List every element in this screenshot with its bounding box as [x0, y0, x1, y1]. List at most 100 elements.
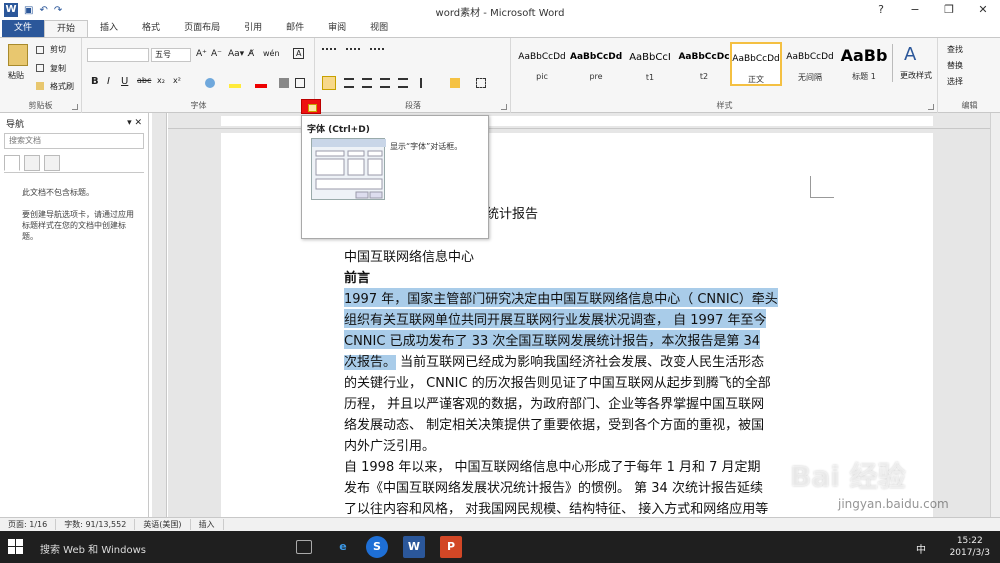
doc-line-4[interactable]: 次报告。 当前互联网已经成为影响我国经济社会发展、改变人民生活形态	[344, 351, 764, 370]
horizontal-ruler[interactable]	[168, 113, 990, 129]
superscript-button[interactable]: x²	[173, 76, 181, 85]
clear-format-button[interactable]: A̸	[248, 49, 254, 59]
numbering-icon[interactable]	[346, 48, 360, 58]
change-styles-icon[interactable]: A	[904, 44, 916, 65]
word-taskbar-icon[interactable]: W	[403, 536, 425, 558]
minimize-button[interactable]: −	[898, 0, 932, 20]
doc-line-selected-3[interactable]: CNNIC 已成功发布了 33 次全国互联网发展统计报告，本次报告是第 34	[344, 330, 761, 349]
doc-selected-end[interactable]: 次报告。	[344, 355, 397, 370]
ime-indicator[interactable]: 中	[916, 545, 930, 556]
task-view-icon[interactable]	[296, 540, 312, 554]
redo-icon[interactable]: ↷	[54, 5, 62, 16]
strikethrough-button[interactable]: abc	[137, 76, 151, 85]
style-t1[interactable]: AaBbCcI t1	[624, 42, 676, 86]
windows-start-icon[interactable]	[8, 539, 24, 555]
styles-dialog-launcher[interactable]	[928, 104, 934, 110]
highlight-color-icon[interactable]	[229, 84, 241, 88]
tab-review[interactable]: 审阅	[316, 20, 358, 37]
underline-button[interactable]: U	[121, 76, 128, 87]
doc-line-10[interactable]: 发布《中国互联网络发展状况统计报告》的惯例。 第 34 次统计报告延续	[344, 477, 763, 496]
nav-tab-headings[interactable]	[4, 155, 20, 171]
format-painter-icon[interactable]	[36, 82, 44, 90]
justify-icon[interactable]	[380, 78, 390, 88]
doc-line-5[interactable]: 的关键行业， CNNIC 的历次报告则见证了中国互联网从起步到腾飞的全部	[344, 372, 771, 391]
paragraph-dialog-launcher[interactable]	[501, 104, 507, 110]
edge-icon[interactable]: e	[332, 536, 354, 558]
clipboard-dialog-launcher[interactable]	[72, 104, 78, 110]
replace-button[interactable]: 替换	[947, 60, 963, 71]
tab-home[interactable]: 开始	[44, 20, 89, 37]
font-size-combo[interactable]: 五号	[151, 48, 191, 62]
tab-insert[interactable]: 插入	[88, 20, 130, 37]
nav-tab-pages[interactable]	[24, 155, 40, 171]
styles-scroll[interactable]	[892, 44, 898, 82]
doc-line-org[interactable]: 中国互联网络信息中心	[344, 246, 474, 265]
tab-mailings[interactable]: 邮件	[274, 20, 316, 37]
doc-line-9[interactable]: 自 1998 年以来， 中国互联网络信息中心形成了于每年 1 月和 7 月定期	[344, 456, 761, 475]
style-t2[interactable]: AaBbCcDc t2	[678, 42, 730, 86]
style-heading-1[interactable]: AaBb 标题 1	[838, 42, 890, 86]
style-normal[interactable]: AaBbCcDd 正文	[730, 42, 782, 86]
subscript-button[interactable]: x₂	[157, 76, 165, 85]
text-effects-icon[interactable]	[205, 78, 215, 88]
tab-references[interactable]: 引用	[232, 20, 274, 37]
grow-font-button[interactable]: A⁺	[196, 49, 207, 59]
align-right-icon[interactable]	[362, 78, 372, 88]
language[interactable]: 英语(美国)	[135, 519, 191, 530]
tab-page-layout[interactable]: 页面布局	[172, 20, 232, 37]
save-icon[interactable]: ▣	[24, 5, 33, 16]
doc-line-8[interactable]: 内外广泛引用。	[344, 435, 435, 454]
doc-unselected-text[interactable]: 当前互联网已经成为影响我国经济社会发展、改变人民生活形态	[400, 355, 764, 370]
doc-line-7[interactable]: 络发展动态、 制定相关决策提供了重要依据，受到各个方面的重视，被国	[344, 414, 764, 433]
powerpoint-taskbar-icon[interactable]: P	[440, 536, 462, 558]
line-spacing-icon[interactable]	[420, 78, 430, 88]
italic-button[interactable]: I	[107, 76, 110, 87]
doc-line-selected-1[interactable]: 1997 年，国家主管部门研究决定由中国互联网络信息中心（ CNNIC）牵头	[344, 288, 778, 307]
font-name-combo[interactable]	[87, 48, 149, 62]
distributed-icon[interactable]	[398, 78, 408, 88]
multilevel-list-icon[interactable]	[370, 48, 384, 58]
style-no-spacing[interactable]: AaBbCcDd 无间隔	[784, 42, 836, 86]
shading-icon[interactable]	[450, 78, 460, 88]
help-button[interactable]: ?	[864, 0, 898, 20]
align-left-icon[interactable]	[322, 76, 336, 90]
font-color-icon[interactable]	[255, 84, 267, 88]
nav-tab-results[interactable]	[44, 155, 60, 171]
word-app-icon[interactable]: W	[4, 3, 18, 17]
phonetic-guide-button[interactable]: wén	[263, 49, 280, 58]
clock[interactable]: 15:22 2017/3/3	[950, 535, 990, 559]
bold-button[interactable]: B	[91, 76, 99, 87]
align-center-icon[interactable]	[344, 78, 354, 88]
restore-button[interactable]: ❐	[932, 0, 966, 20]
copy-icon[interactable]	[36, 64, 44, 72]
vertical-scrollbar[interactable]	[990, 113, 1000, 517]
insert-mode[interactable]: 插入	[191, 519, 224, 530]
style-pic[interactable]: AaBbCcDd pic	[516, 42, 568, 86]
close-button[interactable]: ✕	[966, 0, 1000, 20]
cut-button[interactable]: 剪切	[50, 44, 66, 55]
shrink-font-button[interactable]: A⁻	[211, 49, 222, 59]
font-dialog-launcher[interactable]	[301, 99, 321, 114]
char-border-icon[interactable]	[295, 78, 305, 88]
format-painter-button[interactable]: 格式刷	[50, 81, 74, 92]
undo-icon[interactable]: ↶	[39, 5, 47, 16]
copy-button[interactable]: 复制	[50, 63, 66, 74]
doc-line-6[interactable]: 历程， 并且以严谨客观的数据，为政府部门、企业等各界掌握中国互联网	[344, 393, 764, 412]
change-case-button[interactable]: Aa▾	[228, 49, 244, 59]
doc-line-selected-2[interactable]: 组织有关互联网单位共同开展互联网行业发展状况调查， 自 1997 年至今	[344, 309, 767, 328]
borders-icon[interactable]	[476, 78, 486, 88]
paste-button[interactable]: 粘贴	[8, 70, 24, 81]
taskbar-search[interactable]: 搜索 Web 和 Windows	[40, 541, 146, 556]
word-count[interactable]: 字数: 91/13,552	[56, 519, 136, 530]
char-shading-icon[interactable]	[279, 78, 289, 88]
cut-icon[interactable]	[36, 46, 44, 54]
tab-format[interactable]: 格式	[130, 20, 172, 37]
select-button[interactable]: 选择	[947, 76, 963, 87]
nav-search-input[interactable]: 搜索文档	[4, 133, 144, 149]
system-tray[interactable]: 中	[916, 541, 930, 556]
page-count[interactable]: 页面: 1/16	[0, 519, 57, 530]
paste-icon[interactable]	[8, 44, 28, 66]
browser-icon[interactable]: S	[366, 536, 388, 558]
tab-view[interactable]: 视图	[358, 20, 400, 37]
doc-line-11[interactable]: 了以往内容和风格， 对我国网民规模、结构特征、 接入方式和网络应用等	[344, 498, 768, 517]
